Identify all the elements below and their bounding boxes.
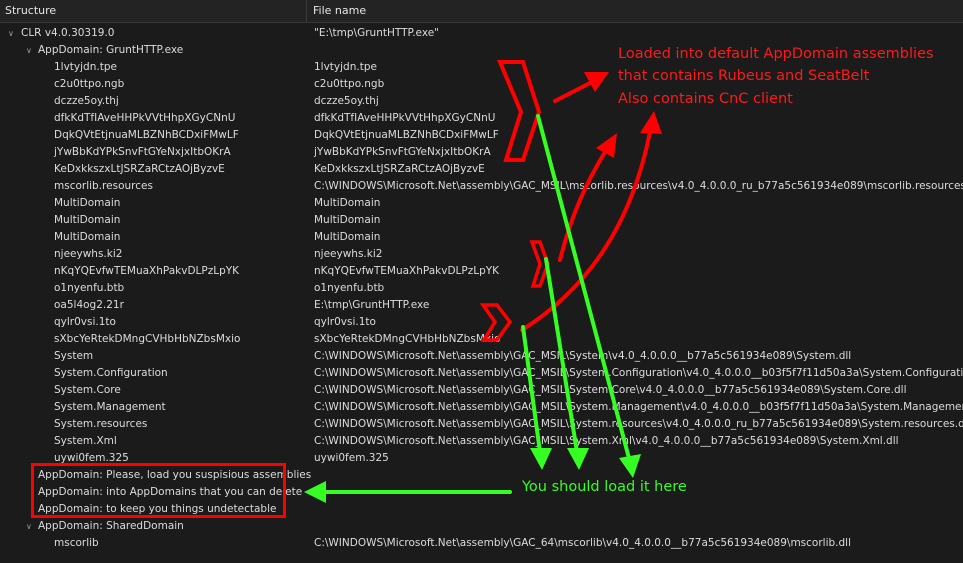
tree-row[interactable]: dczze5oy.thj dczze5oy.thj [0,93,963,110]
file-name-cell: qylr0vsi.1to [314,316,376,328]
structure-cell: MultiDomain [54,231,121,243]
tree-row[interactable]: mscorlib C:\WINDOWS\Microsoft.Net\assembl… [0,535,963,552]
file-name-cell: dfkKdTfIAveHHPkVVtHhpXGyCNnU [314,112,496,124]
structure-cell: qylr0vsi.1to [54,316,116,328]
structure-cell: mscorlib.resources [54,180,153,192]
tree-row[interactable]: MultiDomain MultiDomain [0,229,963,246]
structure-cell: dfkKdTfIAveHHPkVVtHhpXGyCNnU [54,112,236,124]
file-name-cell: jYwBbKdYPkSnvFtGYeNxjxItbOKrA [314,146,491,158]
tree-row[interactable]: MultiDomain MultiDomain [0,195,963,212]
file-name-cell: MultiDomain [314,197,381,209]
annotation-green-text: You should load it here [522,479,687,495]
structure-cell: CLR v4.0.30319.0 [21,27,115,39]
file-name-cell: C:\WINDOWS\Microsoft.Net\assembly\GAC_MS… [314,350,852,362]
structure-cell: o1nyenfu.btb [54,282,125,294]
expand-chevron-icon[interactable]: ∨ [8,25,18,42]
tree-row[interactable]: jYwBbKdYPkSnvFtGYeNxjxItbOKrA jYwBbKdYPkS… [0,144,963,161]
file-name-cell: C:\WINDOWS\Microsoft.Net\assembly\GAC_MS… [314,384,907,396]
file-name-cell: MultiDomain [314,214,381,226]
file-name-cell: C:\WINDOWS\Microsoft.Net\assembly\GAC_MS… [314,180,963,192]
file-name-cell: dczze5oy.thj [314,95,379,107]
tree-row[interactable]: ∨ CLR v4.0.30319.0 "E:\tmp\GruntHTTP.exe" [0,25,963,42]
structure-cell: KeDxkkszxLtJSRZaRCtzAOjByzvE [54,163,225,175]
structure-cell: mscorlib [54,537,99,549]
file-name-cell: uywi0fem.325 [314,452,389,464]
file-name-cell: C:\WINDOWS\Microsoft.Net\assembly\GAC_MS… [314,418,963,430]
tree-row[interactable]: System.Configuration C:\WINDOWS\Microsoft… [0,365,963,382]
tree-row[interactable]: ∨ AppDomain: SharedDomain [0,518,963,535]
file-name-cell: MultiDomain [314,231,381,243]
expand-chevron-icon[interactable]: ∨ [26,42,36,59]
file-name-cell: c2u0ttpo.ngb [314,78,385,90]
structure-cell: c2u0ttpo.ngb [54,78,125,90]
tree-row[interactable]: KeDxkkszxLtJSRZaRCtzAOjByzvE KeDxkkszxLtJ… [0,161,963,178]
tree-row[interactable]: System.Management C:\WINDOWS\Microsoft.Ne… [0,399,963,416]
tree-row[interactable]: nKqYQEvfwTEMuaXhPakvDLPzLpYK nKqYQEvfwTEM… [0,263,963,280]
tree-row[interactable]: sXbcYeRtekDMngCVHbHbNZbsMxio sXbcYeRtekDM… [0,331,963,348]
tree-row[interactable]: System C:\WINDOWS\Microsoft.Net\assembly\… [0,348,963,365]
structure-cell: 1lvtyjdn.tpe [54,61,117,73]
structure-cell: nKqYQEvfwTEMuaXhPakvDLPzLpYK [54,265,240,277]
structure-cell: System [54,350,94,362]
file-name-cell: o1nyenfu.btb [314,282,385,294]
file-name-cell: nKqYQEvfwTEMuaXhPakvDLPzLpYK [314,265,500,277]
tree-row[interactable]: njeeywhs.ki2 njeeywhs.ki2 [0,246,963,263]
structure-cell: MultiDomain [54,214,121,226]
tree-row[interactable]: System.resources C:\WINDOWS\Microsoft.Net… [0,416,963,433]
column-header-structure[interactable]: Structure [0,0,307,22]
tree-row[interactable]: MultiDomain MultiDomain [0,212,963,229]
structure-cell: System.Management [54,401,166,413]
file-name-cell: DqkQVtEtjnuaMLBZNhBCDxiFMwLF [314,129,499,141]
tree-row[interactable]: qylr0vsi.1to qylr0vsi.1to [0,314,963,331]
tree-row[interactable]: mscorlib.resources C:\WINDOWS\Microsoft.N… [0,178,963,195]
structure-cell: jYwBbKdYPkSnvFtGYeNxjxItbOKrA [54,146,231,158]
tree-row[interactable]: dfkKdTfIAveHHPkVVtHhpXGyCNnU dfkKdTfIAveH… [0,110,963,127]
annotation-red-line-1: Loaded into default AppDomain assemblies [618,46,934,62]
file-name-cell: sXbcYeRtekDMngCVHbHbNZbsMxio [314,333,501,345]
file-name-cell: C:\WINDOWS\Microsoft.Net\assembly\GAC_64… [314,537,852,549]
structure-cell: oa5l4og2.21r [54,299,124,311]
structure-cell: System.Configuration [54,367,168,379]
tree-row[interactable]: DqkQVtEtjnuaMLBZNhBCDxiFMwLF DqkQVtEtjnua… [0,127,963,144]
file-name-cell: "E:\tmp\GruntHTTP.exe" [314,27,439,39]
structure-cell: MultiDomain [54,197,121,209]
file-name-cell: E:\tmp\GruntHTTP.exe [314,299,430,311]
tree-row[interactable]: System.Xml C:\WINDOWS\Microsoft.Net\assem… [0,433,963,450]
annotation-red-line-2: that contains Rubeus and SeatBelt [618,68,870,84]
structure-cell: AppDomain: SharedDomain [38,520,184,532]
highlight-box [31,463,286,518]
file-name-cell: C:\WINDOWS\Microsoft.Net\assembly\GAC_MS… [314,367,963,379]
structure-cell: AppDomain: GruntHTTP.exe [38,44,184,56]
file-name-cell: C:\WINDOWS\Microsoft.Net\assembly\GAC_MS… [314,435,899,447]
file-name-cell: KeDxkkszxLtJSRZaRCtzAOjByzvE [314,163,485,175]
tree-row[interactable]: System.Core C:\WINDOWS\Microsoft.Net\asse… [0,382,963,399]
structure-cell: System.Xml [54,435,117,447]
structure-cell: dczze5oy.thj [54,95,119,107]
column-header-file-name[interactable]: File name [308,0,963,22]
structure-cell: System.resources [54,418,148,430]
expand-chevron-icon[interactable]: ∨ [26,518,36,535]
tree-row[interactable]: o1nyenfu.btb o1nyenfu.btb [0,280,963,297]
file-name-cell: 1lvtyjdn.tpe [314,61,377,73]
annotation-red-line-3: Also contains CnC client [618,91,793,107]
tree-row[interactable]: oa5l4og2.21r E:\tmp\GruntHTTP.exe [0,297,963,314]
column-header-bar: Structure File name [0,0,963,23]
structure-cell: DqkQVtEtjnuaMLBZNhBCDxiFMwLF [54,129,239,141]
file-name-cell: C:\WINDOWS\Microsoft.Net\assembly\GAC_MS… [314,401,963,413]
structure-cell: System.Core [54,384,121,396]
structure-cell: njeeywhs.ki2 [54,248,123,260]
file-name-cell: njeeywhs.ki2 [314,248,383,260]
structure-cell: sXbcYeRtekDMngCVHbHbNZbsMxio [54,333,241,345]
